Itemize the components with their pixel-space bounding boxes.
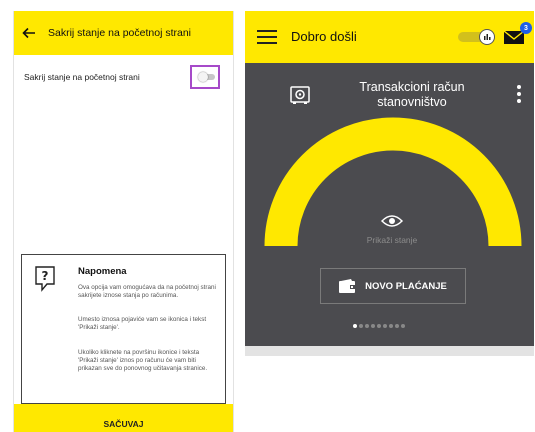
page-dot-2[interactable] <box>359 324 363 328</box>
page-dot-8[interactable] <box>395 324 399 328</box>
note-paragraph-1: Ova opcija vam omogućava da na početnoj … <box>78 284 216 300</box>
notification-badge: 3 <box>520 22 532 34</box>
page-dot-4[interactable] <box>371 324 375 328</box>
settings-screen: Sakrij stanje na početnoj strani Sakrij … <box>13 11 234 432</box>
safe-icon <box>290 86 310 104</box>
account-title-line1: Transakcioni račun <box>359 80 465 94</box>
svg-text:?: ? <box>42 269 49 283</box>
wallet-icon <box>339 279 358 293</box>
note-paragraph-2: Umesto iznosa pojaviće vam se ikonica i … <box>78 316 207 332</box>
new-payment-label: NOVO PLAĆANJE <box>365 280 447 292</box>
page-dot-3[interactable] <box>365 324 369 328</box>
bottom-strip <box>245 346 534 356</box>
settings-header: Sakrij stanje na početnoj strani <box>14 11 233 55</box>
arrow-left-icon <box>22 27 35 39</box>
note-box: ? Napomena Ova opcija vam omogućava da n… <box>21 254 226 404</box>
note-paragraph-3: Ukoliko kliknete na površinu ikonice i t… <box>78 349 208 373</box>
welcome-title: Dobro došli <box>291 29 357 44</box>
show-balance-link[interactable]: Prikaži stanje <box>245 235 534 245</box>
balance-visibility-toggle[interactable] <box>458 29 498 45</box>
back-button[interactable] <box>14 11 44 55</box>
hamburger-icon[interactable] <box>257 30 277 44</box>
hide-balance-toggle[interactable] <box>198 72 216 82</box>
note-title: Napomena <box>78 266 127 277</box>
page-dot-7[interactable] <box>389 324 393 328</box>
question-bubble-icon: ? <box>35 266 55 292</box>
page-dot-9[interactable] <box>401 324 405 328</box>
home-header: Dobro došli 3 <box>245 11 534 63</box>
page-dot-6[interactable] <box>383 324 387 328</box>
account-card: Transakcioni račun stanovništvo Prikaži … <box>245 63 534 346</box>
carousel-pagination <box>353 324 407 328</box>
home-screen: Dobro došli 3 Transakcioni račun stanovn… <box>245 11 534 356</box>
eye-icon[interactable] <box>381 213 403 229</box>
save-label: SAČUVAJ <box>103 418 144 429</box>
page-dot-1[interactable] <box>353 324 357 328</box>
visibility-toggle-knob <box>479 29 495 45</box>
account-title-line2: stanovništvo <box>377 95 447 109</box>
toggle-knob <box>198 72 208 82</box>
chart-icon <box>484 34 491 40</box>
new-payment-button[interactable]: NOVO PLAĆANJE <box>320 268 466 304</box>
more-options-icon[interactable] <box>517 85 521 105</box>
save-button[interactable]: SAČUVAJ <box>14 404 233 432</box>
account-title: Transakcioni račun stanovništvo <box>327 80 497 110</box>
settings-title: Sakrij stanje na početnoj strani <box>48 27 191 39</box>
page-dot-5[interactable] <box>377 324 381 328</box>
hide-balance-label: Sakrij stanje na početnoj strani <box>24 72 140 82</box>
